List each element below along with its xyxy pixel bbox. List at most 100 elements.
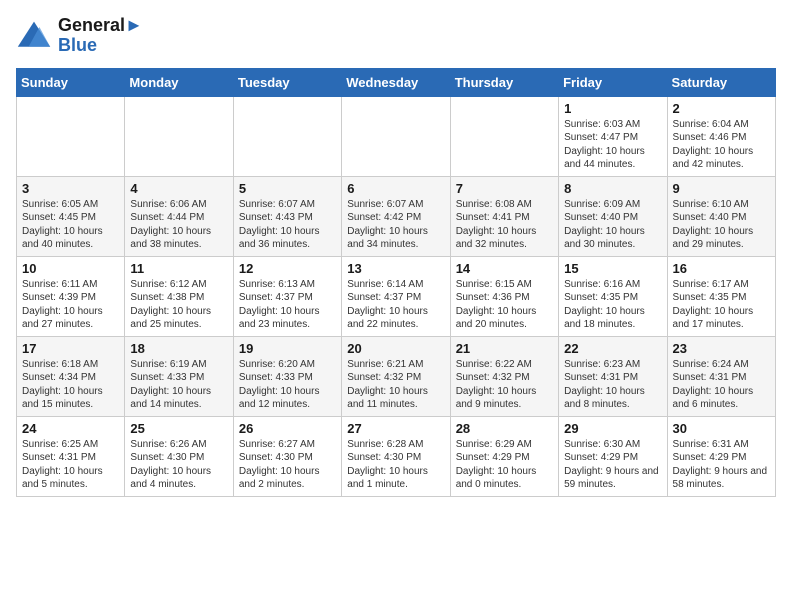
calendar-cell xyxy=(17,96,125,176)
calendar-cell: 21 Sunrise: 6:22 AM Sunset: 4:32 PM Dayli… xyxy=(450,336,558,416)
calendar-cell: 20 Sunrise: 6:21 AM Sunset: 4:32 PM Dayli… xyxy=(342,336,450,416)
day-number: 18 xyxy=(130,341,227,356)
day-info: Sunrise: 6:11 AM Sunset: 4:39 PM Dayligh… xyxy=(22,278,119,332)
day-number: 7 xyxy=(456,181,553,196)
calendar-cell: 7 Sunrise: 6:08 AM Sunset: 4:41 PM Daylig… xyxy=(450,176,558,256)
calendar-cell xyxy=(233,96,341,176)
day-number: 1 xyxy=(564,101,661,116)
day-number: 25 xyxy=(130,421,227,436)
calendar-cell: 30 Sunrise: 6:31 AM Sunset: 4:29 PM Dayli… xyxy=(667,416,775,496)
calendar-cell: 11Sunrise: 6:12 AM Sunset: 4:38 PM Dayli… xyxy=(125,256,233,336)
calendar-week-2: 10 Sunrise: 6:11 AM Sunset: 4:39 PM Dayli… xyxy=(17,256,776,336)
calendar-cell: 1 Sunrise: 6:03 AM Sunset: 4:47 PM Daylig… xyxy=(559,96,667,176)
day-info: Sunrise: 6:23 AM Sunset: 4:31 PM Dayligh… xyxy=(564,358,661,412)
day-info: Sunrise: 6:06 AM Sunset: 4:44 PM Dayligh… xyxy=(130,198,227,252)
calendar-cell: 25 Sunrise: 6:26 AM Sunset: 4:30 PM Dayli… xyxy=(125,416,233,496)
day-number: 19 xyxy=(239,341,336,356)
day-info: Sunrise: 6:10 AM Sunset: 4:40 PM Dayligh… xyxy=(673,198,770,252)
day-info: Sunrise: 6:07 AM Sunset: 4:43 PM Dayligh… xyxy=(239,198,336,252)
day-info: Sunrise: 6:29 AM Sunset: 4:29 PM Dayligh… xyxy=(456,438,553,492)
calendar-cell xyxy=(125,96,233,176)
calendar-cell: 9 Sunrise: 6:10 AM Sunset: 4:40 PM Daylig… xyxy=(667,176,775,256)
calendar: SundayMondayTuesdayWednesdayThursdayFrid… xyxy=(16,68,776,497)
logo-icon xyxy=(16,18,52,54)
calendar-cell: 17 Sunrise: 6:18 AM Sunset: 4:34 PM Dayli… xyxy=(17,336,125,416)
header: General►Blue xyxy=(16,16,776,56)
day-info: Sunrise: 6:09 AM Sunset: 4:40 PM Dayligh… xyxy=(564,198,661,252)
calendar-cell: 8 Sunrise: 6:09 AM Sunset: 4:40 PM Daylig… xyxy=(559,176,667,256)
calendar-cell: 2Sunrise: 6:04 AM Sunset: 4:46 PM Daylig… xyxy=(667,96,775,176)
calendar-header-row: SundayMondayTuesdayWednesdayThursdayFrid… xyxy=(17,68,776,96)
day-number: 8 xyxy=(564,181,661,196)
day-number: 30 xyxy=(673,421,770,436)
calendar-cell: 22 Sunrise: 6:23 AM Sunset: 4:31 PM Dayli… xyxy=(559,336,667,416)
day-info: Sunrise: 6:25 AM Sunset: 4:31 PM Dayligh… xyxy=(22,438,119,492)
day-number: 3 xyxy=(22,181,119,196)
day-number: 9 xyxy=(673,181,770,196)
day-number: 11 xyxy=(130,261,227,276)
day-number: 20 xyxy=(347,341,444,356)
calendar-cell: 10 Sunrise: 6:11 AM Sunset: 4:39 PM Dayli… xyxy=(17,256,125,336)
logo: General►Blue xyxy=(16,16,143,56)
day-number: 17 xyxy=(22,341,119,356)
calendar-header-wednesday: Wednesday xyxy=(342,68,450,96)
day-info: Sunrise: 6:16 AM Sunset: 4:35 PM Dayligh… xyxy=(564,278,661,332)
calendar-cell: 13 Sunrise: 6:14 AM Sunset: 4:37 PM Dayli… xyxy=(342,256,450,336)
calendar-cell: 29Sunrise: 6:30 AM Sunset: 4:29 PM Dayli… xyxy=(559,416,667,496)
calendar-week-1: 3 Sunrise: 6:05 AM Sunset: 4:45 PM Daylig… xyxy=(17,176,776,256)
calendar-cell: 19 Sunrise: 6:20 AM Sunset: 4:33 PM Dayli… xyxy=(233,336,341,416)
day-info: Sunrise: 6:13 AM Sunset: 4:37 PM Dayligh… xyxy=(239,278,336,332)
calendar-cell: 4Sunrise: 6:06 AM Sunset: 4:44 PM Daylig… xyxy=(125,176,233,256)
calendar-cell: 24Sunrise: 6:25 AM Sunset: 4:31 PM Dayli… xyxy=(17,416,125,496)
day-info: Sunrise: 6:31 AM Sunset: 4:29 PM Dayligh… xyxy=(673,438,770,492)
day-info: Sunrise: 6:15 AM Sunset: 4:36 PM Dayligh… xyxy=(456,278,553,332)
day-info: Sunrise: 6:21 AM Sunset: 4:32 PM Dayligh… xyxy=(347,358,444,412)
calendar-cell: 27Sunrise: 6:28 AM Sunset: 4:30 PM Dayli… xyxy=(342,416,450,496)
calendar-cell: 14 Sunrise: 6:15 AM Sunset: 4:36 PM Dayli… xyxy=(450,256,558,336)
calendar-cell: 28 Sunrise: 6:29 AM Sunset: 4:29 PM Dayli… xyxy=(450,416,558,496)
day-number: 26 xyxy=(239,421,336,436)
day-number: 6 xyxy=(347,181,444,196)
calendar-week-3: 17 Sunrise: 6:18 AM Sunset: 4:34 PM Dayli… xyxy=(17,336,776,416)
calendar-header-saturday: Saturday xyxy=(667,68,775,96)
calendar-header-monday: Monday xyxy=(125,68,233,96)
calendar-cell xyxy=(450,96,558,176)
calendar-cell: 5Sunrise: 6:07 AM Sunset: 4:43 PM Daylig… xyxy=(233,176,341,256)
day-info: Sunrise: 6:18 AM Sunset: 4:34 PM Dayligh… xyxy=(22,358,119,412)
day-number: 12 xyxy=(239,261,336,276)
day-info: Sunrise: 6:17 AM Sunset: 4:35 PM Dayligh… xyxy=(673,278,770,332)
day-info: Sunrise: 6:19 AM Sunset: 4:33 PM Dayligh… xyxy=(130,358,227,412)
day-number: 16 xyxy=(673,261,770,276)
calendar-cell: 18 Sunrise: 6:19 AM Sunset: 4:33 PM Dayli… xyxy=(125,336,233,416)
day-number: 28 xyxy=(456,421,553,436)
day-info: Sunrise: 6:27 AM Sunset: 4:30 PM Dayligh… xyxy=(239,438,336,492)
calendar-cell: 15 Sunrise: 6:16 AM Sunset: 4:35 PM Dayli… xyxy=(559,256,667,336)
day-info: Sunrise: 6:04 AM Sunset: 4:46 PM Dayligh… xyxy=(673,118,770,172)
calendar-header-friday: Friday xyxy=(559,68,667,96)
calendar-cell: 26 Sunrise: 6:27 AM Sunset: 4:30 PM Dayli… xyxy=(233,416,341,496)
day-number: 13 xyxy=(347,261,444,276)
day-info: Sunrise: 6:14 AM Sunset: 4:37 PM Dayligh… xyxy=(347,278,444,332)
day-info: Sunrise: 6:05 AM Sunset: 4:45 PM Dayligh… xyxy=(22,198,119,252)
day-number: 21 xyxy=(456,341,553,356)
calendar-header-sunday: Sunday xyxy=(17,68,125,96)
day-info: Sunrise: 6:22 AM Sunset: 4:32 PM Dayligh… xyxy=(456,358,553,412)
calendar-cell: 16 Sunrise: 6:17 AM Sunset: 4:35 PM Dayli… xyxy=(667,256,775,336)
day-info: Sunrise: 6:30 AM Sunset: 4:29 PM Dayligh… xyxy=(564,438,661,492)
day-number: 14 xyxy=(456,261,553,276)
calendar-cell: 6Sunrise: 6:07 AM Sunset: 4:42 PM Daylig… xyxy=(342,176,450,256)
day-info: Sunrise: 6:03 AM Sunset: 4:47 PM Dayligh… xyxy=(564,118,661,172)
day-info: Sunrise: 6:28 AM Sunset: 4:30 PM Dayligh… xyxy=(347,438,444,492)
day-info: Sunrise: 6:20 AM Sunset: 4:33 PM Dayligh… xyxy=(239,358,336,412)
calendar-header-tuesday: Tuesday xyxy=(233,68,341,96)
calendar-cell: 23Sunrise: 6:24 AM Sunset: 4:31 PM Dayli… xyxy=(667,336,775,416)
day-info: Sunrise: 6:08 AM Sunset: 4:41 PM Dayligh… xyxy=(456,198,553,252)
day-number: 10 xyxy=(22,261,119,276)
calendar-cell: 12 Sunrise: 6:13 AM Sunset: 4:37 PM Dayli… xyxy=(233,256,341,336)
day-number: 22 xyxy=(564,341,661,356)
day-number: 15 xyxy=(564,261,661,276)
calendar-header-thursday: Thursday xyxy=(450,68,558,96)
calendar-cell: 3 Sunrise: 6:05 AM Sunset: 4:45 PM Daylig… xyxy=(17,176,125,256)
day-info: Sunrise: 6:24 AM Sunset: 4:31 PM Dayligh… xyxy=(673,358,770,412)
day-info: Sunrise: 6:26 AM Sunset: 4:30 PM Dayligh… xyxy=(130,438,227,492)
